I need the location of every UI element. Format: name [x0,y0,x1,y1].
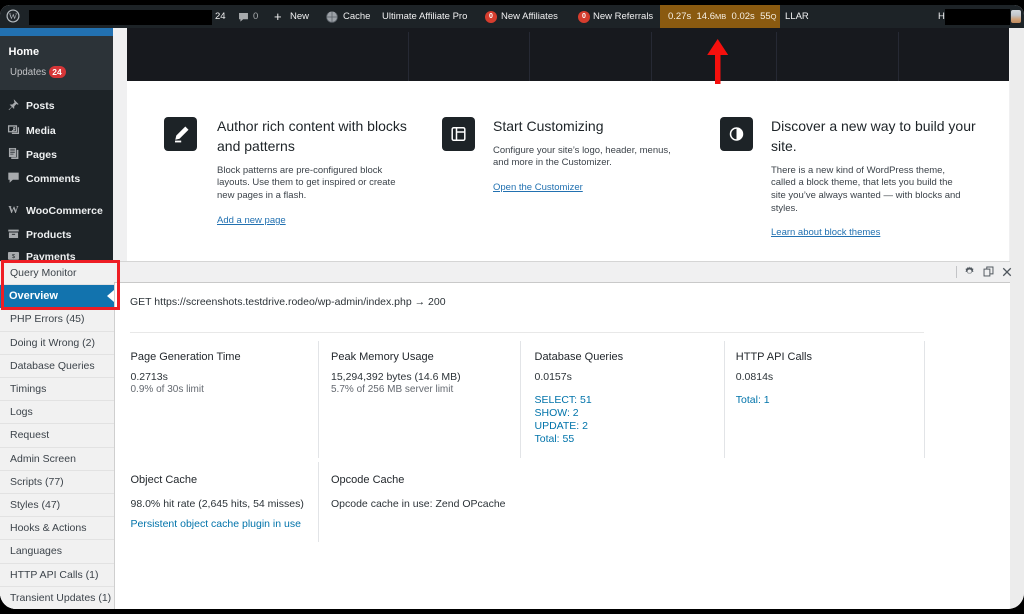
svg-text:W: W [8,11,17,21]
svg-text:W: W [8,205,19,216]
